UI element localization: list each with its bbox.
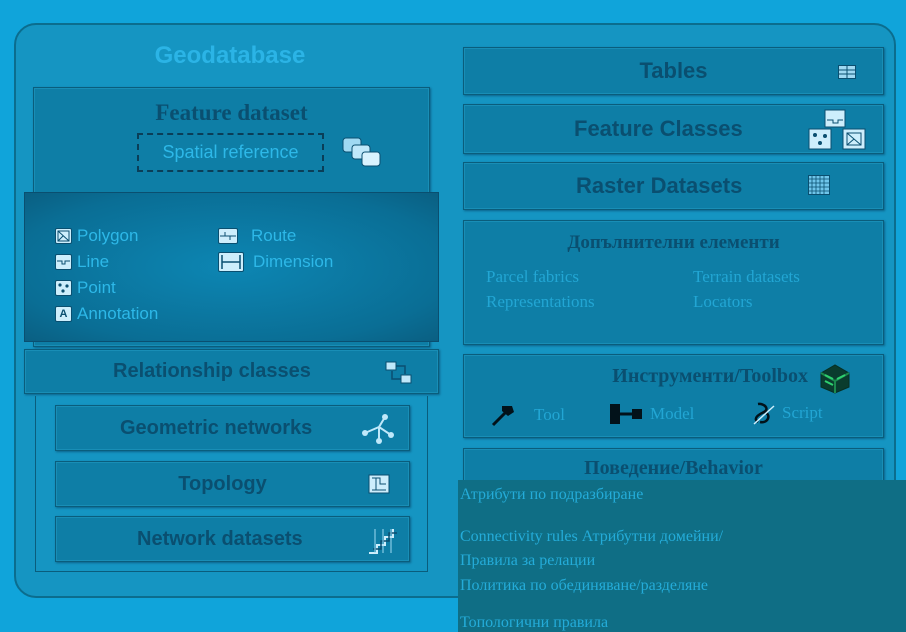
locators-label: Locators [693, 292, 753, 311]
dimension-label: Dimension [253, 252, 334, 271]
feature-classes-label: Feature Classes [574, 116, 743, 141]
feature-classes-icon [805, 109, 869, 151]
terrain-datasets-label: Terrain datasets [693, 267, 800, 286]
network-icon [361, 413, 397, 445]
spatial-reference-label: Spatial reference [162, 142, 299, 162]
geometric-networks-label: Geometric networks [120, 416, 313, 439]
behavior-line-2: Connectivity rules Атрибутни домейни/ [460, 528, 724, 545]
tables-label: Tables [639, 58, 708, 83]
point-item: Point [55, 275, 158, 301]
topology-box[interactable]: Topology [55, 461, 410, 507]
polygon-icon [55, 228, 72, 244]
behavior-line-5: Топологични правила [460, 614, 609, 631]
dimension-item: Dimension [218, 249, 333, 275]
toolbox-icon [815, 361, 855, 395]
script-item[interactable]: Script [750, 400, 823, 426]
feature-dataset-title: Feature dataset [155, 100, 308, 125]
network-datasets-box[interactable]: Network datasets [55, 516, 410, 562]
behavior-line-1: Атрибути по подразбиране [460, 486, 644, 503]
feature-types-left: Polygon Line Point A Annotation [55, 223, 158, 327]
geometric-networks-box[interactable]: Geometric networks [55, 405, 410, 451]
raster-datasets-label: Raster Datasets [576, 173, 743, 198]
spatial-reference-icon [342, 137, 386, 173]
behavior-title: Поведение/Behavior [584, 457, 763, 479]
model-label: Model [650, 404, 695, 423]
behavior-line-4: Политика по обединяване/разделяне [460, 577, 709, 594]
parcel-fabrics-label: Parcel fabrics [486, 267, 579, 286]
relationship-classes-box[interactable]: Relationship classes [24, 349, 439, 394]
topology-icon [368, 474, 390, 494]
point-label: Point [77, 278, 116, 297]
spatial-reference-box[interactable]: Spatial reference [137, 133, 324, 172]
script-icon [750, 400, 778, 426]
representations-label: Representations [486, 292, 595, 311]
network-datasets-label: Network datasets [137, 527, 303, 550]
geodatabase-title: Geodatabase [154, 42, 306, 69]
raster-icon [808, 175, 830, 195]
script-label: Script [782, 403, 823, 422]
model-icon [608, 402, 644, 426]
model-item[interactable]: Model [608, 402, 694, 426]
point-icon [55, 280, 72, 296]
tables-box[interactable]: Tables [463, 47, 884, 95]
annotation-item: A Annotation [55, 301, 158, 327]
feature-types-right: Route Dimension [218, 223, 333, 275]
hammer-icon [490, 402, 518, 428]
tool-item[interactable]: Tool [490, 402, 565, 428]
behavior-line-3: Правила за релации [460, 552, 596, 569]
line-icon [55, 254, 72, 270]
route-icon [218, 228, 238, 244]
annotation-label: Annotation [77, 304, 159, 323]
polygon-item: Polygon [55, 223, 158, 249]
route-item: Route [218, 223, 333, 249]
line-label: Line [77, 252, 110, 271]
annotation-icon: A [55, 306, 72, 322]
dimension-icon [218, 252, 244, 272]
relationship-classes-label: Relationship classes [113, 360, 311, 382]
tools-title: Инструменти/Toolbox [612, 365, 808, 387]
route-label: Route [251, 226, 297, 245]
table-icon [838, 65, 856, 79]
topology-label: Topology [178, 472, 267, 495]
relationship-icon [384, 359, 414, 387]
network-dataset-icon [367, 525, 399, 555]
polygon-label: Polygon [77, 226, 139, 245]
line-item: Line [55, 249, 158, 275]
additional-elements-title: Допълнителни елементи [567, 232, 780, 253]
tool-label: Tool [534, 405, 565, 424]
